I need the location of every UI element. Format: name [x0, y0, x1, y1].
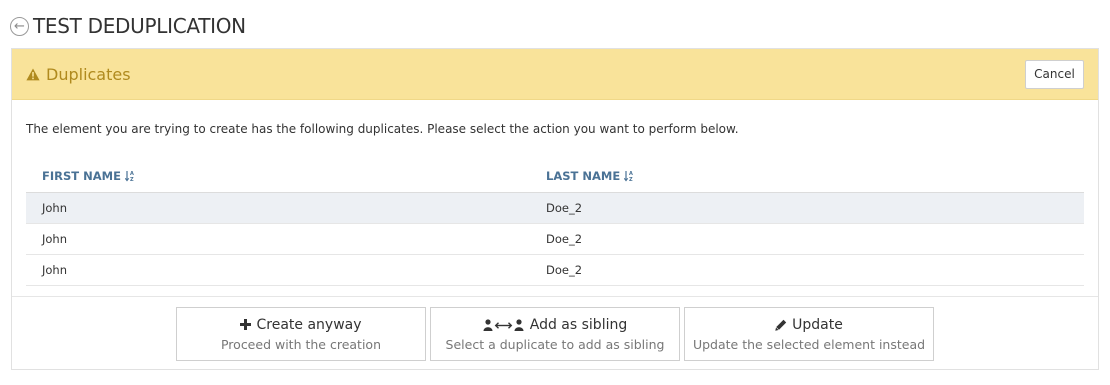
create-anyway-button[interactable]: Create anyway Proceed with the creation: [176, 307, 426, 361]
table-header: FIRST NAME A Z LAST NAME A Z: [26, 160, 1084, 193]
cell-first-name: John: [42, 263, 68, 277]
cell-last-name: Doe_2: [546, 263, 583, 277]
panel-heading: Duplicates Cancel: [12, 49, 1098, 100]
column-header-label: FIRST NAME: [42, 169, 121, 183]
sort-alpha-icon: A Z: [624, 170, 634, 182]
table-row[interactable]: John Doe_2: [26, 255, 1084, 286]
button-label: Add as sibling: [529, 316, 628, 333]
button-description: Proceed with the creation: [220, 336, 381, 352]
cell-first-name: John: [42, 232, 68, 246]
button-main: Create anyway: [240, 316, 362, 333]
button-main: Add as sibling: [483, 316, 628, 333]
back-arrow-icon[interactable]: ←: [10, 16, 29, 36]
plus-icon: [240, 319, 252, 330]
column-header-first-name[interactable]: FIRST NAME A Z: [26, 169, 546, 183]
svg-text:Z: Z: [130, 177, 134, 182]
warning-icon: [26, 68, 40, 81]
column-header-last-name[interactable]: LAST NAME A Z: [546, 169, 634, 183]
actions-footer: Create anyway Proceed with the creation: [12, 296, 1098, 370]
svg-text:Z: Z: [629, 177, 633, 182]
duplicates-message: The element you are trying to create has…: [26, 122, 739, 136]
panel-heading-title: Duplicates: [46, 64, 131, 84]
pencil-icon: [775, 319, 787, 331]
duplicates-panel: Duplicates Cancel The element you are tr…: [11, 48, 1099, 370]
button-label: Update: [792, 316, 843, 333]
sort-alpha-icon: A Z: [124, 170, 135, 182]
page-header: ← TEST DEDUPLICATION: [10, 12, 246, 40]
heading-group: Duplicates: [26, 65, 131, 84]
page-title: TEST DEDUPLICATION: [33, 14, 246, 38]
table-row[interactable]: John Doe_2: [26, 224, 1084, 255]
add-as-sibling-button[interactable]: Add as sibling Select a duplicate to add…: [430, 307, 680, 361]
button-description: Select a duplicate to add as sibling: [445, 336, 665, 352]
user-link-user-icon: [483, 318, 525, 331]
button-label: Create anyway: [256, 316, 362, 333]
button-description: Update the selected element instead: [692, 336, 926, 352]
cell-last-name: Doe_2: [546, 201, 583, 215]
button-main: Update: [775, 317, 843, 333]
cancel-button[interactable]: Cancel: [1025, 59, 1084, 89]
update-button[interactable]: Update Update the selected element inste…: [684, 307, 934, 361]
column-header-label: LAST NAME: [546, 169, 621, 183]
cell-first-name: John: [42, 201, 68, 215]
cell-last-name: Doe_2: [546, 232, 583, 246]
duplicates-table: FIRST NAME A Z LAST NAME A Z John Doe_2 …: [26, 160, 1084, 286]
table-row[interactable]: John Doe_2: [26, 193, 1084, 224]
